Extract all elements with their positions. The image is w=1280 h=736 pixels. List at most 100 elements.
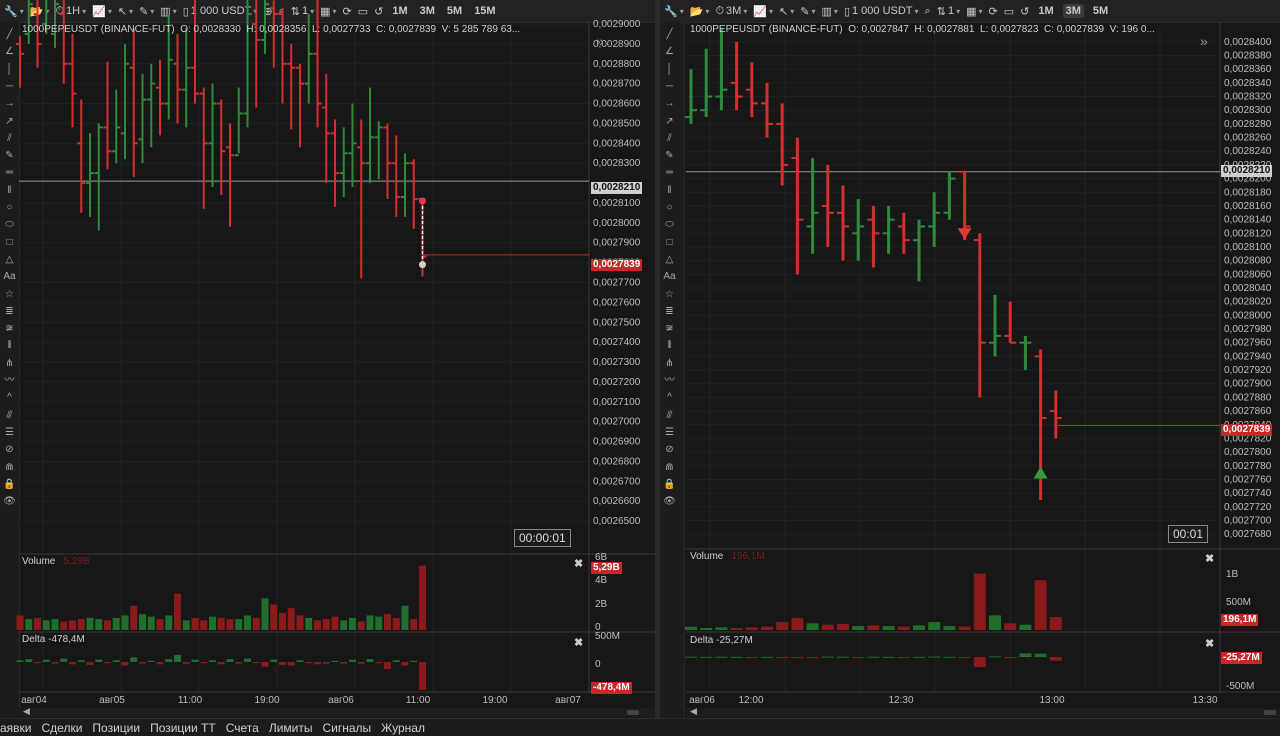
scroll-left-icon[interactable]: ◀ (690, 706, 697, 717)
right-ohlc-info: 1000PEPEUSDT (BINANCE-FUT) O: 0,0027847 … (690, 24, 1155, 35)
close-delta-icon[interactable]: ✖ (574, 636, 583, 649)
ohlc-bar-up (989, 294, 1001, 357)
expand-icon[interactable]: » (596, 33, 604, 49)
volume-bar (882, 626, 895, 630)
price-tick-label: 0,0026700 (593, 476, 641, 487)
volume-bar (715, 627, 728, 630)
price-tick-label: 0,0027880 (1224, 392, 1272, 403)
price-tick-label: 0,0027900 (593, 238, 641, 249)
volume-bar (1034, 580, 1047, 630)
ohlc-bar-up (147, 63, 156, 148)
volume-bar (147, 616, 155, 630)
ohlc-bar-up (374, 121, 383, 180)
price-tick-label: 0,0028340 (1224, 78, 1272, 89)
volume-bar (16, 615, 24, 630)
volume-bar (261, 598, 269, 630)
price-tick-label: 0,0027680 (1224, 529, 1272, 540)
close-volume-icon[interactable]: ✖ (1205, 552, 1214, 565)
scroll-left-icon[interactable]: ◀ (23, 706, 30, 717)
delta-bar (156, 662, 164, 665)
volume-bar (156, 619, 164, 630)
price-tick-label: 0,0026600 (593, 496, 641, 507)
delta-bar (821, 656, 834, 658)
scroll-thumb[interactable] (1264, 710, 1276, 715)
price-tick-label: 0,0028300 (1224, 105, 1272, 116)
delta-bar (130, 657, 138, 662)
right-horizontal-scrollbar[interactable]: ◀ (686, 706, 1280, 717)
ohlc-bar-down (68, 33, 77, 128)
volume-bar (700, 628, 713, 630)
bottom-tab[interactable]: Лимиты (269, 721, 313, 735)
price-tick-label: 0,0026900 (593, 437, 641, 448)
delta-bar (715, 656, 728, 658)
delta-bar (25, 659, 33, 662)
volume-bar (34, 617, 41, 630)
bottom-tab[interactable]: Сигналы (322, 721, 371, 735)
price-tick-label: 0,0027700 (1224, 515, 1272, 526)
left-chart-pane[interactable]: 🔧▾ 📂▾ ⏱1H▾ 📈▾ ↖▾ ✎▾ ▥▾ ▯ 1 000 USDT▾ ⊕ ⌕… (0, 0, 655, 718)
delta-bar (867, 656, 880, 658)
close-volume-icon[interactable]: ✖ (574, 557, 583, 570)
price-tick-label: 0,0029000 (593, 19, 641, 30)
volume-bar (989, 615, 1001, 630)
delta-bar (1034, 653, 1047, 657)
delta-bar (226, 659, 234, 662)
delta-axis-label: 0 (595, 659, 601, 670)
bottom-tab[interactable]: Позиции (92, 721, 140, 735)
volume-bar (1019, 624, 1032, 630)
volume-bar (867, 625, 880, 630)
delta-bar (989, 656, 1001, 658)
bottom-tab[interactable]: Сделки (42, 721, 83, 735)
delta-bar (384, 662, 391, 669)
ohlc-bar-down (383, 123, 392, 199)
expand-icon[interactable]: » (1200, 33, 1208, 49)
time-tick-label: 13:30 (1192, 695, 1217, 706)
delta-bar (410, 660, 418, 662)
volume-bar (86, 617, 94, 630)
bottom-tab[interactable]: Журнал (381, 721, 425, 735)
left-horizontal-scrollbar[interactable]: ◀ (19, 706, 655, 717)
ohlc-bar-up (913, 219, 925, 282)
delta-bar (837, 656, 849, 658)
close-delta-icon[interactable]: ✖ (1205, 637, 1214, 650)
price-tick-label: 0,0028240 (1224, 146, 1272, 157)
scroll-thumb[interactable] (627, 710, 639, 715)
volume-bar (51, 619, 59, 630)
delta-bar (340, 662, 348, 664)
volume-bar (375, 616, 383, 630)
bottom-tab[interactable]: Позиции ТТ (150, 721, 216, 735)
time-tick-label: авг07 (555, 695, 581, 706)
price-tick-label: 0,0028000 (1224, 310, 1272, 321)
right-volume-title: Volume 196,1M (690, 551, 765, 562)
ohlc-bar-down (409, 159, 418, 229)
ohlc-bar-up (94, 123, 103, 231)
bottom-tab[interactable]: аявки (0, 721, 32, 735)
volume-bar (165, 615, 173, 630)
volume-bar (95, 619, 103, 630)
delta-bar (745, 657, 758, 658)
right-chart-pane[interactable]: 🔧 ▾ 📂 ▾ ⏱ 3M ▾ 📈 ▾ ↖ ▾ ✎ ▾ ▥ ▾ ▯ 1 000 USDT ▾ ⌕ ⇅… (660, 0, 1280, 718)
ohlc-bar-up (182, 27, 191, 128)
time-tick-label: 13:00 (1039, 695, 1064, 706)
volume-bar (305, 617, 313, 630)
time-tick-label: 19:00 (482, 695, 507, 706)
delta-bar (375, 662, 383, 664)
price-tick-label: 0,0027720 (1224, 502, 1272, 513)
price-tick-label: 0,0027500 (593, 317, 641, 328)
target-point-dot (419, 261, 426, 269)
price-tick-label: 0,0028100 (593, 198, 641, 209)
price-tick-label: 0,0028180 (1224, 187, 1272, 198)
delta-bar (77, 660, 85, 662)
volume-bar (821, 624, 834, 630)
delta-bar (200, 662, 208, 664)
volume-bar (139, 614, 146, 630)
left-chart-canvas[interactable]: 0,00290000,00289000,00288000,00287000,00… (0, 0, 655, 718)
price-tick-label: 0,0027940 (1224, 351, 1272, 362)
volume-bar (928, 622, 941, 630)
bottom-tab[interactable]: Счета (226, 721, 259, 735)
right-chart-canvas[interactable]: 0,0028400 0,0028380 0,0028360 0,0028340 0,00… (660, 0, 1280, 718)
delta-bar (112, 660, 120, 662)
delta-bar (217, 662, 225, 665)
delta-bar (147, 660, 155, 662)
delta-bar (700, 656, 713, 658)
